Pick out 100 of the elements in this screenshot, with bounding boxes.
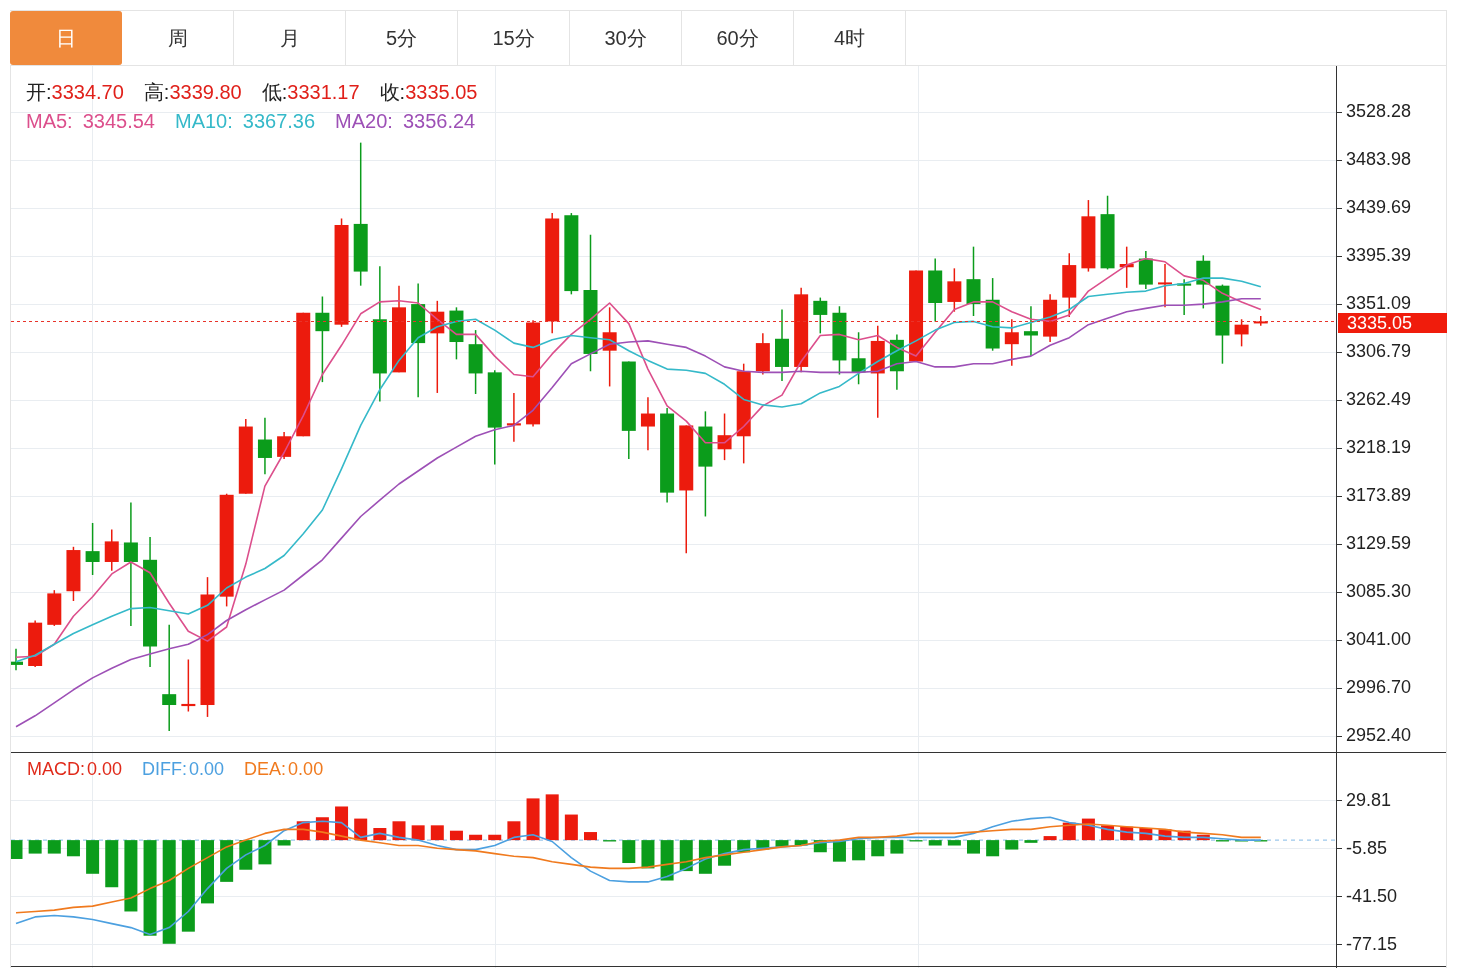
candle xyxy=(1023,305,1038,357)
macd-axis-label: -41.50 xyxy=(1346,886,1398,906)
macd-bar xyxy=(698,840,712,874)
macd-bar xyxy=(584,832,597,841)
candle xyxy=(11,647,23,672)
macd-bar xyxy=(507,821,521,841)
price-axis-label: 3085.30 xyxy=(1346,581,1412,601)
macd-bar xyxy=(392,821,406,841)
price-axis-label: 2952.40 xyxy=(1346,725,1412,745)
candle xyxy=(966,245,981,317)
price-axis-label: 3483.98 xyxy=(1346,149,1412,169)
macd-bar xyxy=(201,840,214,904)
macd-bar xyxy=(1043,836,1057,841)
candle xyxy=(755,332,770,376)
price-axis-label: 3129.59 xyxy=(1346,533,1412,553)
moving-average-label: MA10: xyxy=(175,110,233,132)
macd-bar xyxy=(124,840,138,912)
macd-bar xyxy=(1158,829,1172,841)
moving-average-value: 3367.36 xyxy=(242,110,316,132)
price-axis-label: 3351.09 xyxy=(1346,293,1412,313)
macd-bar xyxy=(890,840,904,854)
candle xyxy=(47,589,62,627)
candle xyxy=(1043,293,1058,343)
candle xyxy=(1004,318,1019,367)
quote-label: 高: xyxy=(143,81,170,103)
quote-label: 低: xyxy=(261,81,288,103)
candle xyxy=(640,396,655,452)
macd-bar xyxy=(967,840,980,854)
moving-average-label: MA20: xyxy=(335,110,393,132)
macd-bar xyxy=(258,840,272,865)
candle xyxy=(1062,252,1077,318)
macd-axis-label: -77.15 xyxy=(1346,934,1398,954)
macd-axis-label: -5.85 xyxy=(1346,838,1388,858)
candle xyxy=(181,658,196,713)
macd-legend-label: DEA: xyxy=(244,759,287,779)
macd-bar xyxy=(469,834,483,841)
macd-axis-label: 29.81 xyxy=(1346,790,1392,810)
macd-bar xyxy=(1005,840,1019,850)
macd-bar xyxy=(220,840,234,882)
quote-value: 3339.80 xyxy=(169,81,242,103)
candle xyxy=(1119,245,1134,289)
macd-bar xyxy=(775,840,789,847)
candle xyxy=(717,412,732,461)
macd-bar xyxy=(947,840,961,846)
candle xyxy=(449,306,464,361)
macd-bar xyxy=(526,798,540,841)
candle xyxy=(85,522,100,576)
macd-bar xyxy=(622,840,636,863)
price-axis-label: 3218.19 xyxy=(1346,437,1412,457)
macd-bar xyxy=(852,840,866,861)
macd-bar xyxy=(641,840,655,869)
macd-legend-value: 0.00 xyxy=(87,759,123,779)
moving-average-label: MA5: xyxy=(26,110,73,132)
macd-bar xyxy=(1177,830,1191,841)
price-axis-label: 3395.39 xyxy=(1346,245,1412,265)
macd-bar xyxy=(86,840,100,874)
candle xyxy=(1253,315,1268,327)
candle xyxy=(947,267,962,313)
last-price-tag: 3335.05 xyxy=(1338,313,1447,334)
macd-legend-value: 0.00 xyxy=(189,759,225,779)
candle xyxy=(468,329,483,395)
candle xyxy=(1158,263,1172,309)
price-axis-label: 3528.28 xyxy=(1346,101,1412,121)
macd-legend-label: MACD: xyxy=(27,759,85,779)
macd-bar xyxy=(545,794,559,841)
candle xyxy=(506,392,521,443)
candle xyxy=(1196,254,1211,310)
quote-value: 3331.17 xyxy=(287,81,360,103)
candle xyxy=(928,257,943,323)
candle xyxy=(1177,278,1192,316)
macd-bar xyxy=(411,825,425,841)
macd-bar xyxy=(928,840,942,846)
macd-bar xyxy=(449,830,463,841)
macd-bar xyxy=(28,840,42,854)
macd-bar xyxy=(430,825,444,841)
price-axis-label: 3173.89 xyxy=(1346,485,1412,505)
macd-bar xyxy=(277,840,291,846)
candle xyxy=(66,546,81,602)
quote-value: 3334.70 xyxy=(51,81,124,103)
macd-bar xyxy=(1024,840,1038,843)
quote-label: 开: xyxy=(26,81,52,103)
macd-bar xyxy=(564,814,578,841)
price-axis-label: 3306.79 xyxy=(1346,341,1412,361)
macd-legend-value: 0.00 xyxy=(288,759,324,779)
candle xyxy=(813,296,828,335)
macd-bar xyxy=(11,840,23,859)
macd-bar xyxy=(737,840,751,853)
candle xyxy=(889,333,904,391)
candle xyxy=(104,528,119,572)
macd-bar xyxy=(756,840,770,850)
macd-bar xyxy=(871,840,885,857)
moving-average-value: 3356.24 xyxy=(402,110,476,132)
quote-value: 3335.05 xyxy=(405,81,478,103)
candle xyxy=(257,417,272,475)
candle xyxy=(1138,250,1153,290)
price-axis-label: 3041.00 xyxy=(1346,629,1412,649)
candle xyxy=(1234,318,1249,348)
macd-bar xyxy=(986,840,1000,857)
macd-bar xyxy=(105,840,119,888)
price-axis-label: 2996.70 xyxy=(1346,677,1412,697)
